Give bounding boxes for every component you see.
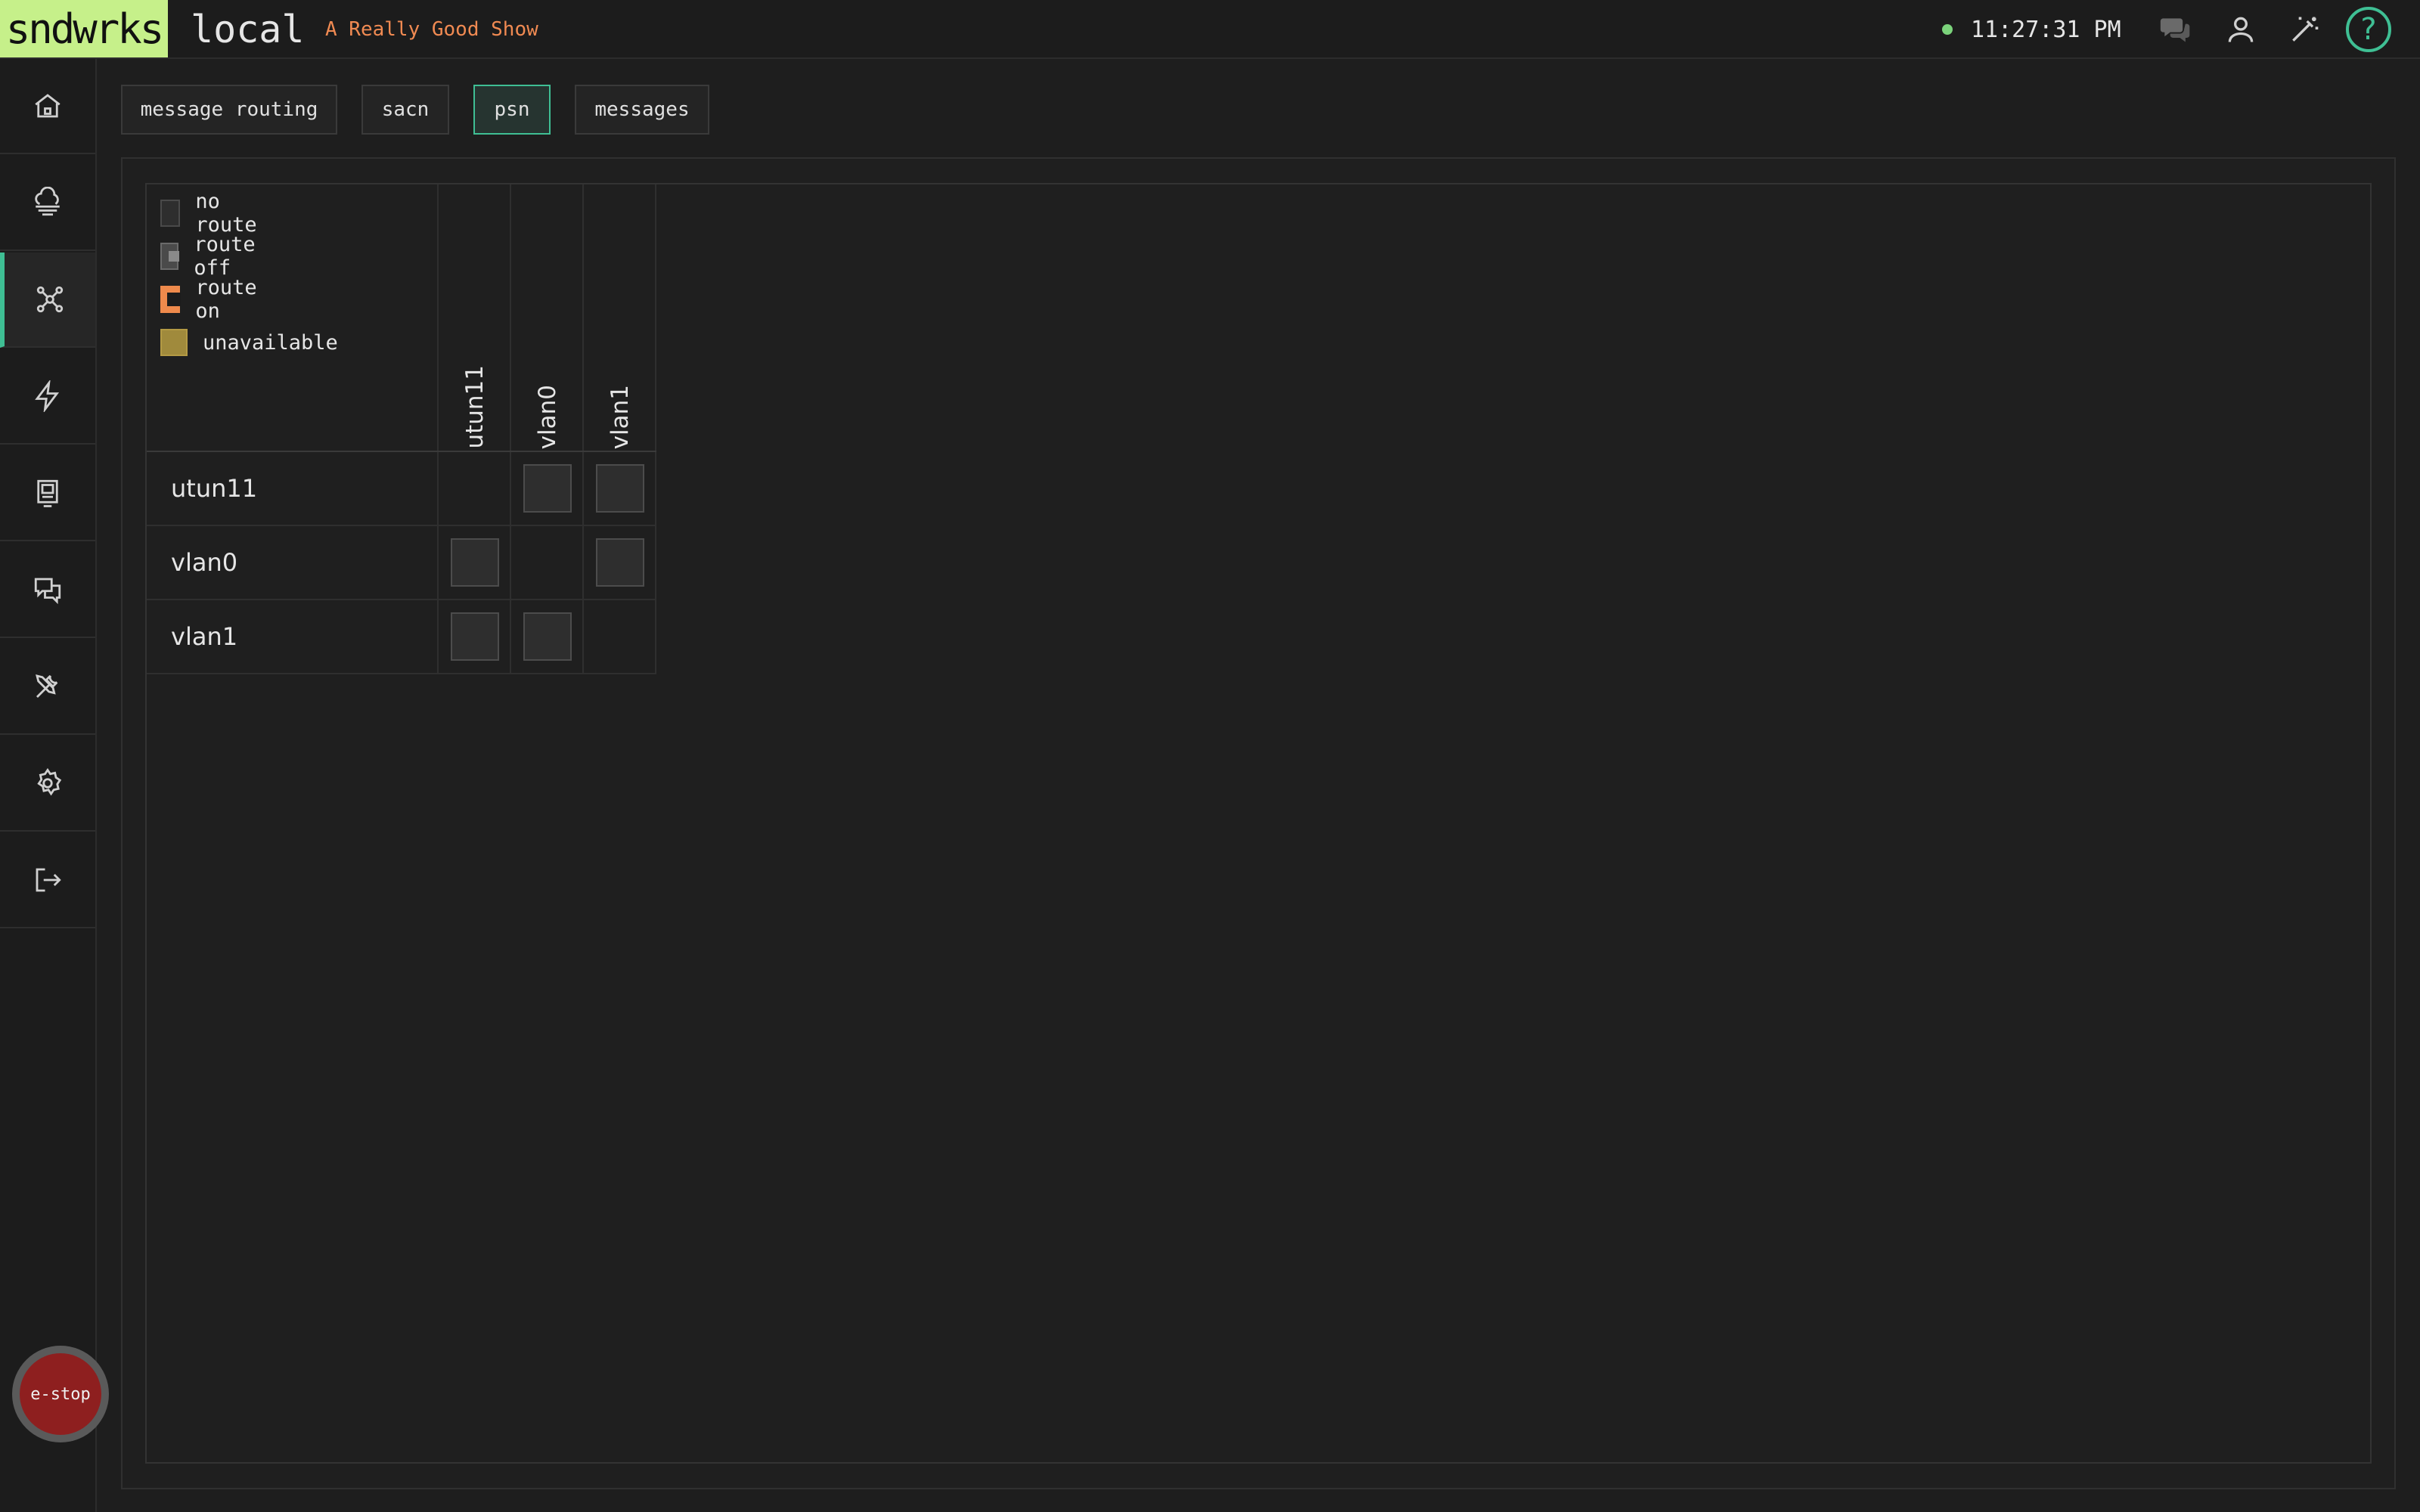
swatch-route-off	[160, 243, 180, 270]
monitor-icon	[37, 479, 58, 507]
estop-button[interactable]: e-stop	[12, 1346, 109, 1442]
tab-psn[interactable]: psn	[473, 85, 551, 135]
swatch-unavailable	[160, 329, 188, 356]
swatch-no-route	[160, 200, 181, 227]
magic-wand-icon[interactable]	[2285, 11, 2323, 48]
tools-icon	[36, 674, 58, 698]
app-header: sndwrks local A Really Good Show 11:27:3…	[0, 0, 2420, 59]
column-header-vlan1: vlan1	[607, 384, 634, 449]
route-cell-utun11-vlan1	[584, 452, 656, 525]
lightning-icon	[35, 380, 60, 412]
tab-sacn[interactable]: sacn	[361, 85, 449, 135]
home-icon	[35, 94, 60, 118]
route-cell-vlan0-vlan1	[584, 526, 656, 599]
row-header-vlan0: vlan0	[171, 548, 238, 577]
sidebar-item-logout[interactable]	[0, 833, 95, 928]
route-toggle[interactable]	[523, 612, 572, 661]
row-header-vlan1: vlan1	[171, 622, 238, 651]
row-header-utun11: utun11	[171, 474, 258, 503]
network-icon	[36, 286, 64, 313]
route-cell-vlan1-utun11	[439, 600, 511, 673]
sidebar-item-display[interactable]	[0, 446, 95, 541]
logout-icon	[36, 868, 61, 892]
help-icon[interactable]: ?	[2346, 7, 2391, 52]
sidebar-item-network[interactable]	[0, 253, 95, 348]
estop-label: e-stop	[20, 1353, 101, 1435]
route-cell-utun11-vlan0	[511, 452, 584, 525]
sidebar	[0, 59, 97, 1512]
tab-message-routing[interactable]: message routing	[121, 85, 337, 135]
legend-label: no route	[195, 190, 257, 237]
user-icon[interactable]	[2222, 11, 2260, 48]
route-toggle[interactable]	[596, 464, 644, 513]
route-toggle[interactable]	[451, 538, 499, 587]
sidebar-item-messages[interactable]	[0, 543, 95, 638]
instance-name: local	[191, 8, 305, 51]
route-cell-vlan0-utun11	[439, 526, 511, 599]
sidebar-item-home[interactable]	[0, 59, 95, 154]
show-name: A Really Good Show	[325, 18, 538, 41]
column-header-vlan0: vlan0	[534, 384, 561, 449]
tab-messages[interactable]: messages	[575, 85, 709, 135]
sidebar-item-triggers[interactable]	[0, 349, 95, 445]
column-header-utun11: utun11	[461, 365, 489, 449]
cloud-icon	[35, 187, 60, 216]
route-toggle[interactable]	[596, 538, 644, 587]
swatch-route-on	[160, 286, 182, 313]
chat-icon[interactable]	[2157, 11, 2195, 48]
route-toggle[interactable]	[451, 612, 499, 661]
legend-no-route: no route	[160, 190, 264, 237]
route-cell-utun11-utun11	[439, 452, 511, 525]
chat-bubbles-icon	[34, 578, 61, 605]
route-toggle[interactable]	[523, 464, 572, 513]
gear-icon	[37, 767, 62, 796]
route-cell-vlan1-vlan1	[584, 600, 656, 673]
brand-logo[interactable]: sndwrks	[0, 0, 168, 57]
sidebar-item-cloud[interactable]	[0, 156, 95, 251]
legend-route-off: route off	[160, 233, 264, 280]
legend-unavailable: unavailable	[160, 327, 338, 358]
sidebar-item-tools[interactable]	[0, 640, 95, 735]
route-cell-vlan0-vlan0	[511, 526, 584, 599]
legend-label: route on	[195, 276, 257, 323]
sidebar-item-settings[interactable]	[0, 736, 95, 832]
connection-status-dot	[1942, 24, 1953, 35]
legend-route-on: route on	[160, 276, 264, 323]
clock: 11:27:31 PM	[1971, 16, 2121, 43]
route-cell-vlan1-vlan0	[511, 600, 584, 673]
legend-label: route off	[194, 233, 256, 280]
legend-label: unavailable	[203, 330, 338, 355]
